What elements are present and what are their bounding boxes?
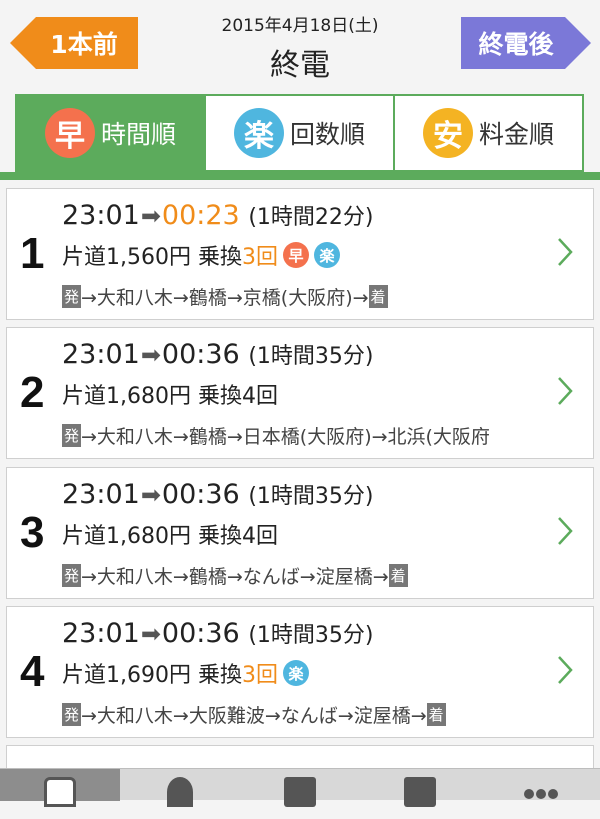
previous-train-button[interactable]: 1本前 <box>10 17 138 69</box>
route-number: 2 <box>20 368 45 417</box>
route-fare: 片道1,680円 <box>62 384 191 409</box>
transfer-count: 4回 <box>242 524 278 549</box>
route-times: 23:01➡00:36 (1時間35分) <box>62 618 374 649</box>
route-card[interactable]: 4 23:01➡00:36 (1時間35分) 片道1,690円 乗換 3回 楽 発… <box>6 606 594 738</box>
route-duration: (1時間22分) <box>248 205 374 230</box>
chevron-right-icon <box>558 377 573 405</box>
route-times: 23:01➡00:23 (1時間22分) <box>62 200 374 231</box>
route-number: 1 <box>20 229 45 278</box>
transfer-count: 4回 <box>242 384 278 409</box>
info-icon <box>404 777 436 807</box>
transfer-count: 3回 <box>242 663 278 688</box>
chevron-right-icon <box>558 656 573 684</box>
easy-badge-icon: 楽 <box>314 242 340 268</box>
depart-tag: 発 <box>62 703 82 726</box>
bottom-nav <box>0 768 600 807</box>
fast-badge-icon: 早 <box>44 108 95 158</box>
route-fare: 片道1,560円 <box>62 245 191 270</box>
tab-label: 回数順 <box>289 120 365 149</box>
arrive-tag: 着 <box>388 564 408 587</box>
arrive-tag: 着 <box>368 285 388 308</box>
nav-item-routes[interactable] <box>0 769 120 807</box>
route-card[interactable]: 1 23:01➡00:23 (1時間22分) 片道1,560円 乗換 3回 早 楽… <box>6 188 594 320</box>
search-date: 2015年4月18日(土) <box>221 16 379 36</box>
arrival-time: 00:23 <box>161 200 240 231</box>
route-duration: (1時間35分) <box>248 484 374 509</box>
chevron-right-icon <box>558 238 573 266</box>
route-duration: (1時間35分) <box>248 344 374 369</box>
tab-label: 時間順 <box>100 120 176 149</box>
route-path: 発 →大和八木→鶴橋→なんば→淀屋橋→ 着 <box>62 564 408 588</box>
depart-tag: 発 <box>62 424 82 447</box>
route-number: 4 <box>20 647 45 696</box>
nav-item-info[interactable] <box>360 769 480 807</box>
route-fare-transfers: 片道1,680円 乗換 4回 <box>62 378 278 410</box>
tab-label: 料金順 <box>478 120 554 149</box>
route-fare: 片道1,690円 <box>62 663 191 688</box>
transfer-count: 3回 <box>242 245 278 270</box>
route-fare-transfers: 片道1,680円 乗換 4回 <box>62 518 278 550</box>
easy-badge-icon: 楽 <box>283 660 309 686</box>
arrival-time: 00:36 <box>161 479 240 510</box>
route-duration: (1時間35分) <box>248 623 374 648</box>
sort-tabs: 早 時間順 楽 回数順 安 料金順 <box>15 94 584 172</box>
route-path: 発 →大和八木→大阪難波→なんば→淀屋橋→ 着 <box>62 703 446 727</box>
depart-tag: 発 <box>62 285 82 308</box>
cheap-badge-icon: 安 <box>422 108 473 158</box>
route-path: 発 →大和八木→鶴橋→日本橋(大阪府)→北浜(大阪府 <box>62 424 490 448</box>
person-icon <box>167 777 193 807</box>
arrive-tag: 着 <box>426 703 446 726</box>
document-icon <box>284 777 316 807</box>
arrival-time: 00:36 <box>161 339 240 370</box>
route-number: 3 <box>20 508 45 557</box>
tab-sort-transfers[interactable]: 楽 回数順 <box>206 94 395 172</box>
briefcase-icon <box>44 777 76 807</box>
route-times: 23:01➡00:36 (1時間35分) <box>62 479 374 510</box>
depart-tag: 発 <box>62 564 82 587</box>
arrival-time: 00:36 <box>161 618 240 649</box>
chevron-right-icon <box>558 517 573 545</box>
nav-item-account[interactable] <box>120 769 240 807</box>
nav-item-history[interactable] <box>240 769 360 807</box>
easy-badge-icon: 楽 <box>233 108 284 158</box>
route-fare-transfers: 片道1,560円 乗換 3回 早 楽 <box>62 239 340 271</box>
route-fare-transfers: 片道1,690円 乗換 3回 楽 <box>62 657 309 689</box>
route-fare: 片道1,680円 <box>62 524 191 549</box>
nav-item-more[interactable] <box>480 769 600 801</box>
fast-badge-icon: 早 <box>283 242 309 268</box>
route-card[interactable]: 3 23:01➡00:36 (1時間35分) 片道1,680円 乗換 4回 発 →大… <box>6 467 594 599</box>
more-icon <box>524 789 558 819</box>
header: 1本前 2015年4月18日(土) 終電 終電後 <box>0 0 600 90</box>
route-card[interactable]: 2 23:01➡00:36 (1時間35分) 片道1,680円 乗換 4回 発 →大… <box>6 327 594 459</box>
tab-sort-fare[interactable]: 安 料金順 <box>395 94 584 172</box>
route-times: 23:01➡00:36 (1時間35分) <box>62 339 374 370</box>
route-path: 発 →大和八木→鶴橋→京橋(大阪府)→ 着 <box>62 285 388 309</box>
after-last-train-button[interactable]: 終電後 <box>461 17 591 69</box>
tab-sort-time[interactable]: 早 時間順 <box>15 94 206 172</box>
tab-divider <box>0 172 600 180</box>
page-title: 終電 <box>270 48 330 83</box>
